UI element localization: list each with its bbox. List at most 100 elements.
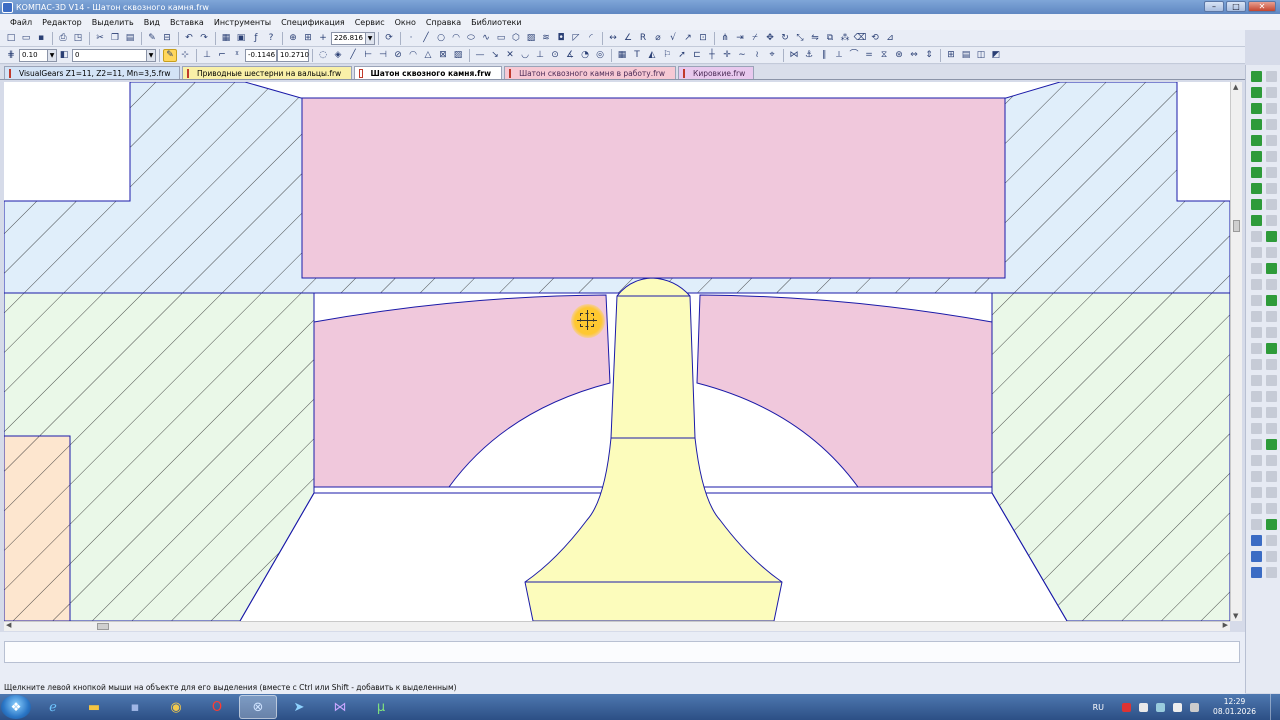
text-icon[interactable]: T bbox=[630, 49, 644, 62]
speaker-icon[interactable] bbox=[1173, 702, 1183, 712]
base-icon[interactable]: ◭ bbox=[645, 49, 659, 62]
redraw-icon[interactable]: ⟲ bbox=[868, 32, 882, 45]
panel-icon[interactable] bbox=[1251, 423, 1262, 434]
tray-flag-icon[interactable] bbox=[1139, 702, 1149, 712]
axis-icon[interactable]: ┼ bbox=[705, 49, 719, 62]
constraint-arc-icon[interactable]: ◠ bbox=[406, 49, 420, 62]
start-button[interactable]: ❖ bbox=[1, 695, 31, 719]
taskbar-clock[interactable]: 12:29 08.01.2026 bbox=[1213, 697, 1256, 717]
panel-icon[interactable] bbox=[1266, 247, 1277, 258]
panel-icon[interactable] bbox=[1251, 295, 1262, 306]
print-preview-icon[interactable]: ◳ bbox=[71, 32, 85, 45]
chamfer-icon[interactable]: ◸ bbox=[569, 32, 583, 45]
local-cs-icon[interactable]: ⌐ bbox=[215, 49, 229, 62]
panel-icon[interactable] bbox=[1266, 487, 1277, 498]
arc-icon[interactable]: ◠ bbox=[449, 32, 463, 45]
show-desktop-button[interactable] bbox=[1270, 694, 1280, 720]
menu-libraries[interactable]: Библиотеки bbox=[466, 18, 526, 27]
panel-icon[interactable] bbox=[1266, 407, 1277, 418]
panel-icon[interactable] bbox=[1266, 311, 1277, 322]
measure-panel-icon[interactable] bbox=[1251, 151, 1262, 162]
tab-shaton-work[interactable]: Шатон сквозного камня в работу.frw bbox=[504, 66, 676, 79]
snap-settings-icon[interactable]: ⋕ bbox=[4, 49, 18, 62]
menu-specification[interactable]: Спецификация bbox=[276, 18, 350, 27]
vertical-icon[interactable]: ⇕ bbox=[922, 49, 936, 62]
scale-field[interactable]: 226.816 ▼ bbox=[331, 31, 375, 45]
roughness-icon[interactable]: √ bbox=[666, 32, 680, 45]
panel-icon[interactable] bbox=[1266, 71, 1277, 82]
snap-angle-icon[interactable]: ∡ bbox=[563, 49, 577, 62]
layer-field[interactable]: 0 ▼ bbox=[72, 48, 156, 62]
panel-icon[interactable] bbox=[1251, 455, 1262, 466]
panel-icon[interactable] bbox=[1266, 231, 1277, 242]
designations-panel-icon[interactable] bbox=[1251, 103, 1262, 114]
equidistant-icon[interactable]: ≋ bbox=[539, 32, 553, 45]
snap-quadrant-icon[interactable]: ◔ bbox=[578, 49, 592, 62]
panel-icon[interactable] bbox=[1251, 263, 1262, 274]
center-mark-icon[interactable]: ✛ bbox=[720, 49, 734, 62]
tray-network-icon[interactable] bbox=[1156, 702, 1166, 712]
rectangle-icon[interactable]: ▭ bbox=[494, 32, 508, 45]
highlight-icon[interactable]: ◈ bbox=[331, 49, 345, 62]
copy-icon[interactable]: ❐ bbox=[108, 32, 122, 45]
middle-pink-body-right[interactable] bbox=[696, 294, 993, 488]
new-document-icon[interactable]: □ bbox=[4, 32, 18, 45]
constraint-rect-icon[interactable]: ⊠ bbox=[436, 49, 450, 62]
refresh-icon[interactable]: ⟳ bbox=[382, 32, 396, 45]
panel-icon[interactable] bbox=[1266, 503, 1277, 514]
utorrent-icon[interactable]: µ bbox=[362, 695, 400, 719]
tangency-icon[interactable]: ⌒ bbox=[847, 49, 861, 62]
panel-icon[interactable] bbox=[1251, 327, 1262, 338]
panel-icon[interactable] bbox=[1266, 103, 1277, 114]
snap-nearest-icon[interactable]: ◎ bbox=[593, 49, 607, 62]
print-icon[interactable]: ⎙ bbox=[56, 32, 70, 45]
view-manager-icon[interactable]: ◫ bbox=[974, 49, 988, 62]
constraint-circle-icon[interactable]: ⊘ bbox=[391, 49, 405, 62]
panel-icon[interactable] bbox=[1251, 439, 1262, 450]
library-icon[interactable]: ▣ bbox=[234, 32, 248, 45]
scroll-left-icon[interactable]: ◀ bbox=[6, 621, 11, 629]
panel-icon[interactable] bbox=[1266, 263, 1277, 274]
snap-end-icon[interactable]: — bbox=[473, 49, 487, 62]
cursor-coords-icon[interactable]: ᵡ bbox=[230, 49, 244, 62]
language-indicator[interactable]: RU bbox=[1093, 703, 1104, 712]
opera-icon[interactable]: O bbox=[198, 695, 236, 719]
array-icon[interactable]: ⁂ bbox=[838, 32, 852, 45]
cut-icon[interactable]: ✂ bbox=[93, 32, 107, 45]
line-icon[interactable]: ╱ bbox=[419, 32, 433, 45]
params-panel-icon[interactable] bbox=[1251, 135, 1262, 146]
panel-icon[interactable] bbox=[1266, 343, 1277, 354]
panel-icon[interactable] bbox=[1251, 279, 1262, 290]
vertical-scroll-thumb[interactable] bbox=[1233, 220, 1240, 232]
constraint-triangle-icon[interactable]: △ bbox=[421, 49, 435, 62]
break-icon[interactable]: ⌿ bbox=[748, 32, 762, 45]
panel-icon[interactable] bbox=[1266, 567, 1277, 578]
panel-icon[interactable] bbox=[1266, 119, 1277, 130]
layer-manager-icon[interactable]: ◩ bbox=[989, 49, 1003, 62]
tray-action-icon[interactable] bbox=[1190, 702, 1200, 712]
panel-icon[interactable] bbox=[1266, 215, 1277, 226]
save-app-icon[interactable]: ▪ bbox=[116, 695, 154, 719]
panel-icon[interactable] bbox=[1251, 487, 1262, 498]
copy-objects-icon[interactable]: ⧉ bbox=[823, 32, 837, 45]
tab-shaton[interactable]: Шатон сквозного камня.frw bbox=[354, 66, 502, 79]
paste-icon[interactable]: ▤ bbox=[123, 32, 137, 45]
panel-icon[interactable] bbox=[1266, 535, 1277, 546]
tray-app-icon[interactable] bbox=[1122, 702, 1132, 712]
contour-icon[interactable]: ◘ bbox=[554, 32, 568, 45]
polygon-icon[interactable]: ⬡ bbox=[509, 32, 523, 45]
panel-icon[interactable] bbox=[1266, 423, 1277, 434]
panel-icon[interactable] bbox=[1251, 247, 1262, 258]
panel-icon[interactable] bbox=[1266, 471, 1277, 482]
round-coords-icon[interactable]: ◌ bbox=[316, 49, 330, 62]
panel-icon[interactable] bbox=[1266, 87, 1277, 98]
line-width-field[interactable]: 0.10 ▼ bbox=[19, 48, 57, 62]
panel-icon[interactable] bbox=[1266, 519, 1277, 530]
layers-icon[interactable]: ◧ bbox=[57, 49, 71, 62]
close-button[interactable]: ✕ bbox=[1248, 1, 1276, 12]
vertical-scrollbar[interactable]: ▲ ▼ bbox=[1230, 82, 1242, 621]
view-arrow-icon[interactable]: ➚ bbox=[675, 49, 689, 62]
constraint-vertical-icon[interactable]: ⊣ bbox=[376, 49, 390, 62]
panel-icon[interactable] bbox=[1266, 375, 1277, 386]
horizontal-scrollbar[interactable]: ◀ ▶ bbox=[4, 621, 1230, 631]
